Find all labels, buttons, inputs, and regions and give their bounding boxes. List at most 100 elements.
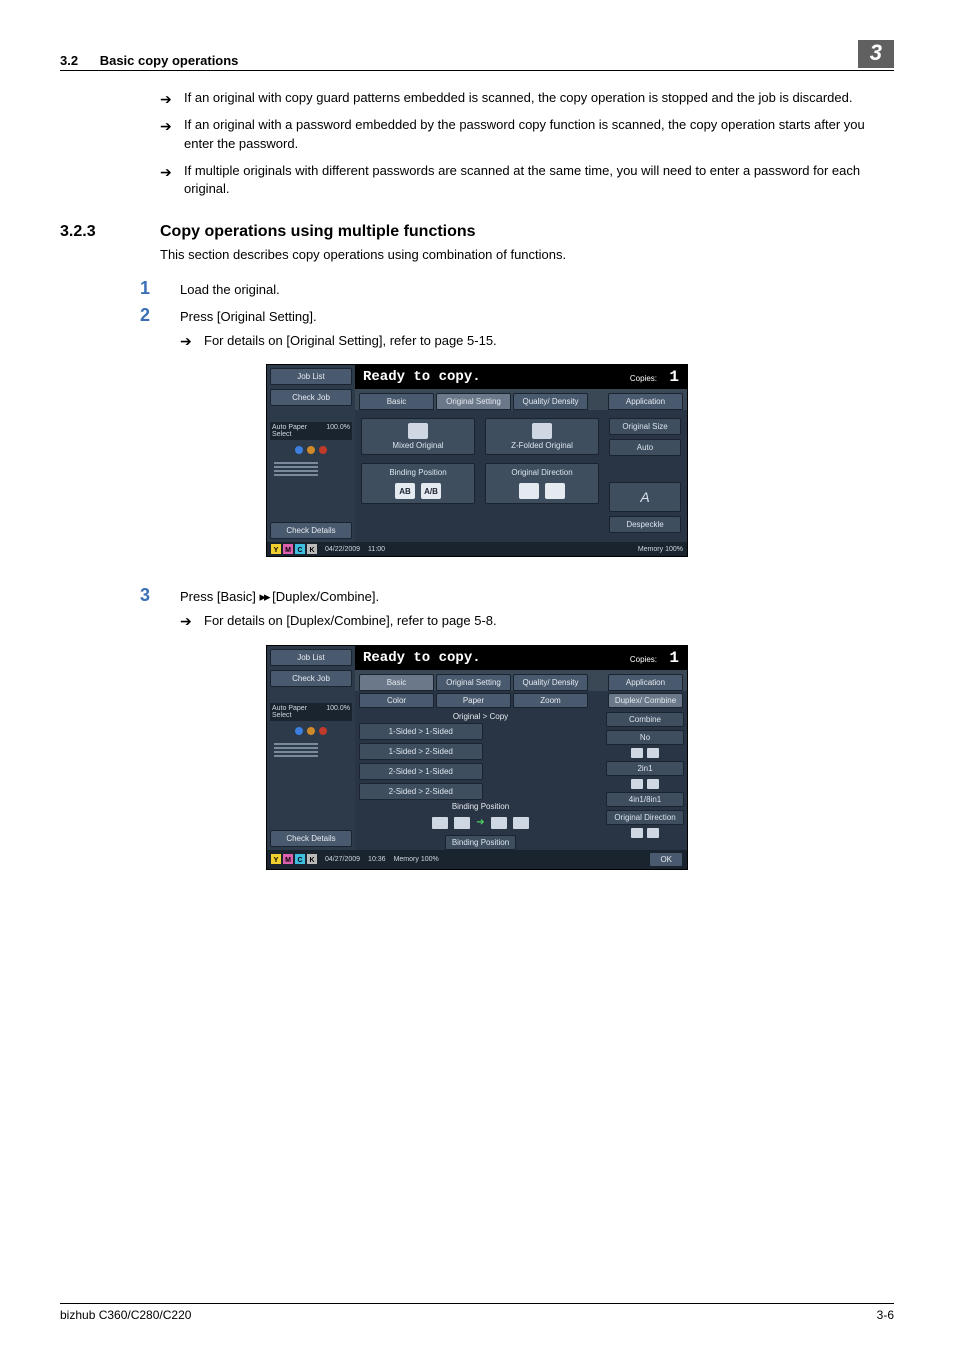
original-size-value-button[interactable]: Auto (609, 439, 681, 456)
toner-m-icon: M (283, 854, 293, 864)
step-number: 2 (140, 305, 180, 326)
binding-illustration: ➜ (355, 813, 606, 833)
main-tabs: Basic Original Setting Quality/ Density … (355, 670, 687, 691)
job-list-button[interactable]: Job List (270, 649, 352, 666)
sub-tabs: Color Paper Zoom Duplex/ Combine (355, 691, 687, 710)
auto-paper-value: 100.0% (326, 424, 350, 438)
preview-lines-icon (270, 741, 352, 761)
dot-icon (307, 727, 315, 735)
layout-icon (631, 779, 643, 789)
page-footer: bizhub C360/C280/C220 3-6 (60, 1303, 894, 1322)
direction-icon (519, 483, 539, 499)
sided-2-1-button[interactable]: 2-Sided > 1-Sided (359, 763, 483, 780)
original-direction-label: Original Direction (511, 468, 572, 477)
binding-position-button[interactable]: Binding Position AB A/B (361, 463, 475, 504)
toner-y-icon: Y (271, 854, 281, 864)
bullet-item: If an original with a password embedded … (160, 116, 874, 154)
step-2-subnote: For details on [Original Setting], refer… (180, 332, 894, 350)
mixed-original-label: Mixed Original (392, 441, 443, 450)
subtab-color[interactable]: Color (359, 693, 434, 708)
dot-icon (295, 727, 303, 735)
combine-4in1-8in1-button[interactable]: 4in1/8in1 (606, 792, 684, 807)
sided-grid: 1-Sided > 1-Sided 1-Sided > 2-Sided 2-Si… (355, 723, 606, 800)
sided-2-2-button[interactable]: 2-Sided > 2-Sided (359, 783, 483, 800)
toner-indicators: Y M C K (271, 854, 317, 864)
copies-label: Copies: (630, 655, 657, 664)
auto-paper-label: Auto Paper Select (272, 424, 326, 438)
step-text: Load the original. (180, 282, 280, 297)
memory-value: 100% (421, 856, 439, 863)
chapter-badge: 3 (858, 40, 894, 68)
layout-icon (631, 748, 643, 758)
layout-icon (647, 748, 659, 758)
memory-label: Memory (638, 546, 663, 553)
ss1-sidebar: Job List Check Job Auto Paper Select 100… (267, 365, 355, 542)
subtab-duplex-combine[interactable]: Duplex/ Combine (608, 693, 683, 708)
footer-time: 10:36 (368, 856, 386, 863)
tab-basic[interactable]: Basic (359, 393, 434, 410)
memory-label: Memory (394, 856, 419, 863)
toner-c-icon: C (295, 854, 305, 864)
memory-value: 100% (665, 546, 683, 553)
page-icon (491, 817, 507, 829)
combine-no-button[interactable]: No (606, 730, 684, 745)
status-text: Ready to copy. (363, 369, 481, 385)
combine-right-panel: Combine No 2in1 4in1/8in1 Original Direc… (606, 710, 687, 850)
original-direction-button[interactable]: Original Direction (485, 463, 599, 504)
job-list-button[interactable]: Job List (270, 368, 352, 385)
step3-prefix: Press [Basic] (180, 589, 259, 604)
tab-application[interactable]: Application (608, 393, 683, 410)
check-job-button[interactable]: Check Job (270, 389, 352, 406)
subtab-zoom[interactable]: Zoom (513, 693, 588, 708)
zfolded-label: Z-Folded Original (511, 441, 573, 450)
screenshot-duplex-combine: Job List Check Job Auto Paper Select 100… (266, 645, 688, 870)
tab-basic[interactable]: Basic (359, 674, 434, 691)
status-dots (270, 444, 352, 456)
binding-position-label: Binding Position (389, 468, 446, 477)
toner-k-icon: K (307, 854, 317, 864)
combine-2in1-button[interactable]: 2in1 (606, 761, 684, 776)
tab-quality-density[interactable]: Quality/ Density (513, 393, 588, 410)
tab-quality-density[interactable]: Quality/ Density (513, 674, 588, 691)
step-text: Press [Basic] ▸▸ [Duplex/Combine]. (180, 589, 379, 605)
document-stack-icon (408, 423, 428, 439)
copies-label: Copies: (630, 374, 657, 383)
combine-2in1-icons (606, 779, 684, 789)
step3-suffix: [Duplex/Combine]. (269, 589, 380, 604)
check-job-button[interactable]: Check Job (270, 670, 352, 687)
section-title: Basic copy operations (100, 53, 239, 68)
zfolded-original-button[interactable]: Z-Folded Original (485, 418, 599, 455)
footer-date: 04/22/2009 (325, 546, 360, 553)
letter-a-icon: A (640, 489, 649, 505)
sided-1-1-button[interactable]: 1-Sided > 1-Sided (359, 723, 483, 740)
combine-no-icons (606, 748, 684, 758)
copies-value: 1 (669, 649, 679, 667)
combine-heading: Combine (606, 712, 684, 727)
direction-icons (606, 828, 684, 838)
breadcrumb: Original > Copy (355, 710, 606, 723)
mixed-original-button[interactable]: Mixed Original (361, 418, 475, 455)
tab-original-setting[interactable]: Original Setting (436, 674, 511, 691)
despeckle-button[interactable]: Despeckle (609, 516, 681, 533)
status-text: Ready to copy. (363, 650, 481, 666)
check-details-button[interactable]: Check Details (270, 830, 352, 847)
header-left: 3.2 Basic copy operations (60, 53, 238, 68)
ss2-sidebar: Job List Check Job Auto Paper Select 100… (267, 646, 355, 850)
layout-icon (647, 779, 659, 789)
check-details-button[interactable]: Check Details (270, 522, 352, 539)
step-number: 1 (140, 278, 180, 299)
auto-paper-indicator: Auto Paper Select 100.0% (270, 422, 352, 440)
ss2-footer: Y M C K 04/27/2009 10:36 Memory 100% OK (267, 850, 687, 869)
binding-position-button[interactable]: Binding Position (445, 835, 516, 850)
direction-icon (631, 828, 643, 838)
subsection-intro: This section describes copy operations u… (160, 247, 894, 262)
tab-original-setting[interactable]: Original Setting (436, 393, 511, 410)
model-name: bizhub C360/C280/C220 (60, 1308, 191, 1322)
right-arrow-icon: ▸▸ (259, 589, 268, 604)
ok-button[interactable]: OK (649, 852, 683, 867)
direction-icon (647, 828, 659, 838)
preview-lines-icon (270, 460, 352, 480)
tab-application[interactable]: Application (608, 674, 683, 691)
sided-1-2-button[interactable]: 1-Sided > 2-Sided (359, 743, 483, 760)
subtab-paper[interactable]: Paper (436, 693, 511, 708)
